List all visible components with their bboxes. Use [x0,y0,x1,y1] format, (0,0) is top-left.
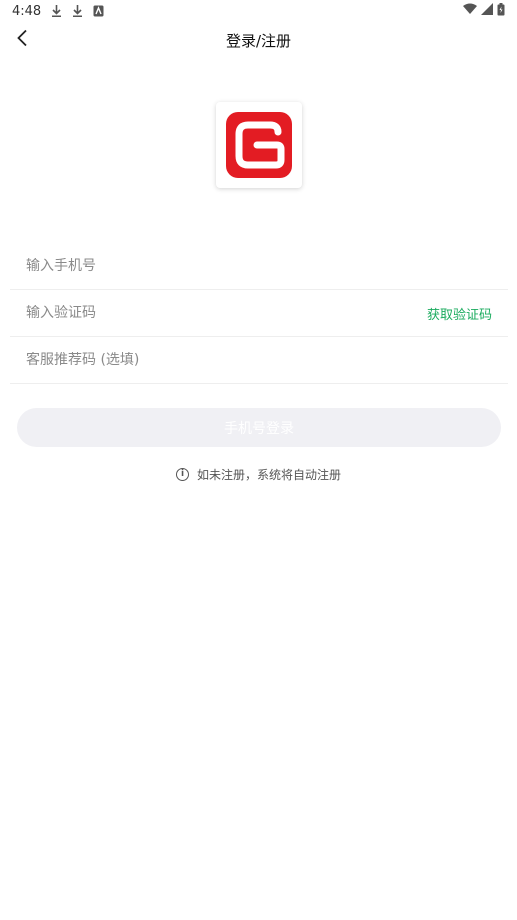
hint-text: 如未注册，系统将自动注册 [196,467,341,482]
app-logo [226,112,292,178]
status-time: 4:48 [12,3,42,19]
referral-code-input[interactable] [26,352,492,368]
notification-icon [93,5,104,17]
back-button[interactable] [8,26,36,54]
chevron-left-icon [16,29,28,51]
referral-field-row [10,337,508,384]
phone-field-row [10,243,508,290]
wifi-icon [463,3,477,19]
status-right [463,2,505,20]
code-field-row: 获取验证码 [10,290,508,337]
verification-code-input[interactable] [26,305,427,321]
battery-icon [497,2,505,20]
get-code-button[interactable]: 获取验证码 [427,304,492,323]
phone-input[interactable] [26,258,492,274]
info-icon: i [175,467,189,481]
auto-register-hint: i 如未注册，系统将自动注册 [0,464,517,484]
download-icon [51,5,62,17]
page-title: 登录/注册 [225,31,292,50]
phone-login-button[interactable]: 手机号登录 [17,408,501,447]
status-bar: 4:48 [0,0,517,22]
download-icon [72,5,83,17]
status-left: 4:48 [12,4,104,19]
signal-icon [481,3,493,19]
app-logo-container [216,102,302,188]
app-logo-mark [235,121,285,169]
nav-bar: 登录/注册 [0,22,517,58]
